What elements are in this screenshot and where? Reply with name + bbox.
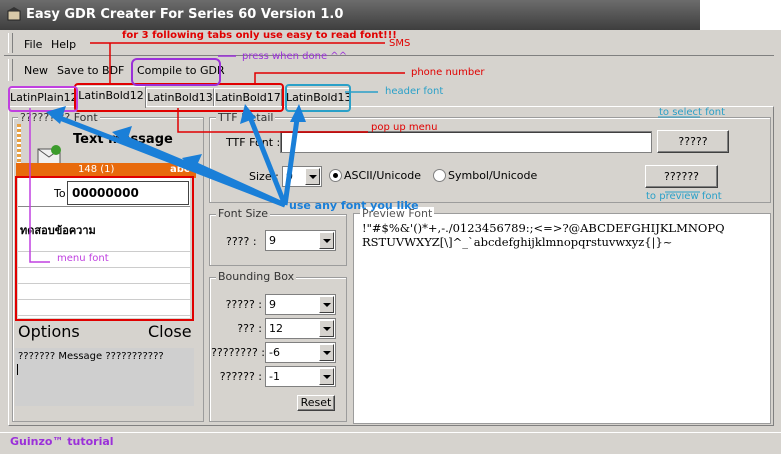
annotation-phone-number: phone number [411,67,485,78]
font-size-group-label: Font Size [216,207,271,220]
annotation-compile-outline [131,58,221,86]
chevron-down-icon[interactable] [319,296,334,313]
bbox-value-1: 12 [269,322,283,335]
menu-help[interactable]: Help [51,38,76,51]
reset-button[interactable]: Reset [297,395,335,411]
font-size-label: ???? : [226,235,257,248]
status-bar [0,432,781,454]
ttf-font-input[interactable] [280,131,652,153]
app-icon [7,7,21,21]
select-font-button[interactable]: ????? [657,130,729,153]
ttf-font-label: TTF Font : [226,136,281,149]
chevron-down-icon[interactable] [319,232,334,249]
bbox-select-2[interactable]: -6 [265,342,336,363]
title-bar: Easy GDR Creater For Series 60 Version 1… [0,0,700,30]
menu-grip [8,33,13,53]
status-text: Guinzo™ tutorial [10,435,114,448]
chevron-down-icon[interactable] [319,368,334,385]
ttf-group-label: TTF Detail [216,111,276,124]
bbox-label-0: ????? : [225,298,262,311]
size-value: 9 [286,170,293,183]
sms-title: Text message [73,132,173,147]
bbox-label-2: ???????? : [211,346,265,359]
window-title: Easy GDR Creater For Series 60 Version 1… [26,7,344,22]
annotation-sms-outline [15,176,194,321]
message-label: ??????? Message ??????????? [18,351,164,362]
menu-divider [4,55,774,56]
signal-bar [17,124,21,164]
save-bdf-button[interactable]: Save to BDF [57,64,124,77]
annotation-press: press when done ^^ [242,51,348,62]
bounding-box-group-label: Bounding Box [216,270,297,283]
close-softkey[interactable]: Close [148,322,192,341]
annotation-tabs-outline [74,83,284,112]
ascii-radio[interactable] [329,169,342,182]
symbol-radio[interactable] [433,169,446,182]
chevron-down-icon[interactable] [319,344,334,361]
annotation-tabs-note: for 3 following tabs only use easy to re… [122,30,397,41]
input-mode: abc [170,164,190,175]
phone-group-label: ?????? ?? Font [18,111,100,124]
preview-font-button[interactable]: ?????? [645,165,718,188]
bbox-select-1[interactable]: 12 [265,318,336,339]
bbox-value-3: -1 [269,370,280,383]
chevron-down-icon[interactable] [305,168,320,185]
size-select[interactable]: 9 [282,166,322,187]
bbox-label-3: ?????? : [219,370,262,383]
symbol-label: Symbol/Unicode [448,169,538,182]
font-size-value: 9 [269,234,276,247]
preview-line-1: !"#$%&'()*+,-./0123456789:;<=>?@ABCDEFGH… [362,221,725,235]
text-cursor [17,364,18,375]
annotation-menu-tab-outline [8,86,78,112]
preview-line-2: RSTUVWXYZ[\]^_`abcdefghijklmnopqrstuvwxy… [362,235,673,249]
bbox-value-2: -6 [269,346,280,359]
annotation-header-tab-outline [285,84,351,112]
annotation-popup-menu: pop up menu [371,122,438,133]
annotation-select-font: to select font [659,107,726,118]
options-softkey[interactable]: Options [18,322,80,341]
font-size-select[interactable]: 9 [265,230,336,251]
char-counter: 148 (1) [78,164,115,175]
size-label: Size : [249,170,279,183]
bbox-select-3[interactable]: -1 [265,366,336,387]
toolbar-grip [8,59,13,81]
annotation-any-font: use any font you like [289,199,419,212]
chevron-down-icon[interactable] [319,320,334,337]
bbox-select-0[interactable]: 9 [265,294,336,315]
bbox-label-1: ??? : [237,322,262,335]
annotation-sms: SMS [389,38,411,49]
annotation-preview-font: to preview font [646,191,722,202]
new-button[interactable]: New [24,64,48,77]
annotation-header-font: header font [385,86,444,97]
bbox-value-0: 9 [269,298,276,311]
ascii-label: ASCII/Unicode [344,169,421,182]
menu-file[interactable]: File [24,38,42,51]
annotation-menu-font: menu font [57,253,109,264]
